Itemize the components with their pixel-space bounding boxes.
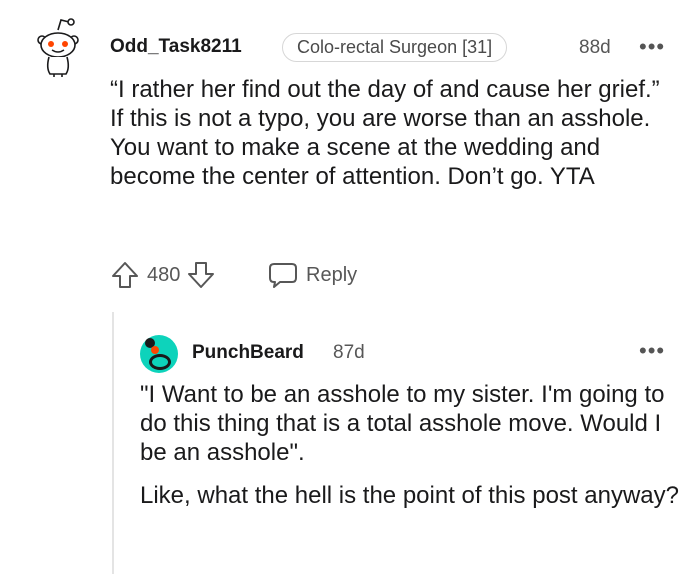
vote-score: 480 <box>147 263 181 286</box>
snoo-avatar-icon <box>140 335 178 373</box>
reply-label: Reply <box>306 263 358 286</box>
reply-avatar[interactable] <box>140 335 178 373</box>
reply-paragraph: "I Want to be an asshole to my sister. I… <box>140 381 665 466</box>
comment-body: “I rather her find out the day of and ca… <box>110 75 670 191</box>
comment-age: 88d <box>579 37 611 58</box>
speech-bubble-icon <box>269 263 297 288</box>
reply-more-button[interactable]: ••• <box>639 340 665 362</box>
reply-body: "I Want to be an asshole to my sister. I… <box>140 380 680 510</box>
thread-line[interactable] <box>112 312 114 574</box>
upvote-button[interactable] <box>110 260 140 290</box>
user-flair: Colo-rectal Surgeon [31] <box>282 33 508 62</box>
reply-author[interactable]: PunchBeard <box>192 342 304 364</box>
snoo-avatar-icon <box>37 18 79 77</box>
comment-author[interactable]: Odd_Task8211 <box>110 36 242 58</box>
reply-paragraph: Like, what the hell is the point of this… <box>140 482 679 509</box>
vote-bar: 480 <box>110 260 216 290</box>
reply-button[interactable]: Reply <box>268 261 357 289</box>
comment-paragraph: “I rather her find out the day of and ca… <box>110 76 660 190</box>
arrow-down-icon <box>188 262 215 288</box>
commenter-avatar[interactable] <box>34 16 82 78</box>
reply-age: 87d <box>333 342 365 363</box>
comment-more-button[interactable]: ••• <box>639 36 665 58</box>
arrow-up-icon <box>112 262 138 288</box>
downvote-button[interactable] <box>186 260 216 290</box>
